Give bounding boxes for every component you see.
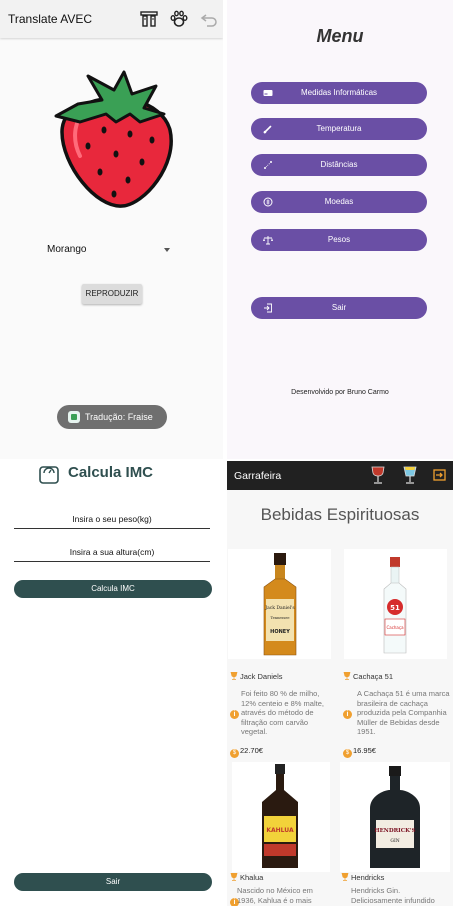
bottle-label-text: Tennessee: [271, 616, 290, 620]
drink-description: Foi feito 80 % de milho, 12% centeio e 8…: [241, 689, 324, 736]
bottle-cachaca-51: 51 Cachaça: [383, 557, 407, 654]
dropdown-arrow-icon: [164, 248, 170, 252]
menu-button-moedas[interactable]: Moedas: [251, 191, 427, 213]
bottle-khalua: KAHLUA: [262, 764, 298, 868]
trophy-icon: [341, 873, 349, 881]
bottle-label-text: HONEY: [270, 629, 290, 635]
info-icon: i: [343, 710, 352, 719]
app-icon: [68, 411, 80, 423]
drink-description: Nascido no México em 1936, Kahlua é o ma…: [237, 886, 313, 905]
imc-title: Calcula IMC: [68, 464, 154, 481]
drink-name: Cachaça 51: [353, 672, 394, 681]
developer-credit: Desenvolvido por Bruno Carmo: [291, 389, 389, 396]
app-title: Garrafeira: [234, 470, 282, 482]
drink-image-jack-daniels[interactable]: Jack Daniel's Tennessee HONEY: [228, 549, 331, 659]
coin-icon: $: [343, 749, 352, 758]
undo-icon[interactable]: [199, 10, 219, 28]
trophy-icon: [343, 672, 351, 680]
menu-button-temperatura[interactable]: Temperatura: [251, 118, 427, 140]
drink-image-hendricks[interactable]: HENDRICK'S GIN: [340, 762, 450, 872]
bottle-label-text: HENDRICK'S: [374, 828, 415, 834]
drink-description: A Cachaça 51 é uma marca brasileira de c…: [357, 689, 450, 736]
exit-button-label: Sair: [331, 303, 347, 312]
drink-name-row: Cachaça 51: [343, 672, 393, 681]
logout-icon[interactable]: [431, 465, 449, 485]
menu-button-label: Pesos: [327, 235, 351, 244]
menu-button-label: Medidas Informáticas: [300, 88, 378, 97]
menu-button-label: Temperatura: [316, 124, 362, 133]
app-bar: Translate AVEC: [0, 0, 223, 38]
bottle-label-text: KAHLUA: [266, 827, 294, 834]
weight-placeholder: Insira o seu peso(kg): [72, 514, 152, 524]
spinner-value: Morango: [47, 244, 87, 255]
info-icon: i: [230, 710, 239, 719]
menu-title: Menu: [316, 26, 364, 46]
fruit-spinner[interactable]: Morango: [47, 244, 172, 258]
height-placeholder: Insira a sua altura(cm): [69, 547, 155, 557]
exit-button[interactable]: Sair: [251, 297, 427, 319]
menu-screen: Menu Medidas Informáticas Temperatura Di…: [227, 0, 453, 459]
wine-glass-icon[interactable]: [369, 465, 387, 485]
trophy-icon: [230, 873, 238, 881]
bottle-jack-daniels: Jack Daniel's Tennessee HONEY: [263, 553, 297, 656]
toast-text: Tradução: Fraise: [85, 412, 153, 422]
weight-input[interactable]: Insira o seu peso(kg): [14, 514, 210, 529]
drink-image-khalua[interactable]: KAHLUA: [232, 762, 330, 872]
menu-button-pesos[interactable]: Pesos: [251, 229, 427, 251]
bottle-label-text: GIN: [390, 838, 399, 844]
play-button[interactable]: REPRODUZIR: [82, 284, 142, 304]
translation-toast: Tradução: Fraise: [57, 405, 167, 429]
bottle-label-text: 51: [390, 604, 400, 612]
coin-icon: $: [230, 749, 239, 758]
cocktail-glass-icon[interactable]: [401, 465, 419, 485]
dictionary-icon[interactable]: [139, 10, 159, 28]
drink-price-row: $22.70€: [230, 746, 263, 758]
drink-price-row: $16.95€: [343, 746, 376, 758]
translate-screen: Translate AVEC Morango REPRODUZIR Traduç…: [0, 0, 223, 459]
menu-button-distancias[interactable]: Distâncias: [251, 154, 427, 176]
drink-name-row: Jack Daniels: [230, 672, 283, 681]
menu-button-label: Distâncias: [320, 160, 358, 169]
trophy-icon: [230, 672, 238, 680]
imc-screen: Calcula IMC Insira o seu peso(kg) Insira…: [0, 461, 223, 906]
exit-button[interactable]: Sair: [14, 873, 212, 891]
section-title: Bebidas Espirituosas: [260, 505, 420, 524]
drink-description: Hendricks Gin. Deliciosamente infundido: [351, 886, 435, 905]
menu-button-medidas[interactable]: Medidas Informáticas: [251, 82, 427, 104]
menu-button-label: Moedas: [324, 197, 354, 206]
paw-icon[interactable]: [169, 10, 189, 28]
drink-name-row: Khalua: [230, 873, 263, 882]
weighing-scale-icon: [39, 466, 59, 484]
garrafeira-screen: Garrafeira Bebidas Espirituosas Jack Dan…: [227, 461, 453, 906]
calc-imc-button[interactable]: Calcula IMC: [14, 580, 212, 598]
app-title: Translate AVEC: [8, 12, 93, 26]
height-input[interactable]: Insira a sua altura(cm): [14, 547, 210, 562]
bottle-label-text: Jack Daniel's: [264, 605, 295, 611]
bottle-hendricks: HENDRICK'S GIN: [370, 766, 420, 868]
drink-name: Hendricks: [351, 873, 385, 882]
drink-price: 16.95€: [353, 746, 376, 755]
bottle-label-text: Cachaça: [386, 625, 404, 630]
drink-price: 22.70€: [240, 746, 263, 755]
drink-name-row: Hendricks: [341, 873, 384, 882]
app-bar: Garrafeira: [227, 461, 453, 490]
strawberry-image: [54, 70, 173, 208]
drink-image-cachaca-51[interactable]: 51 Cachaça: [344, 549, 447, 659]
drink-name: Jack Daniels: [240, 672, 283, 681]
drink-name: Khalua: [240, 873, 264, 882]
